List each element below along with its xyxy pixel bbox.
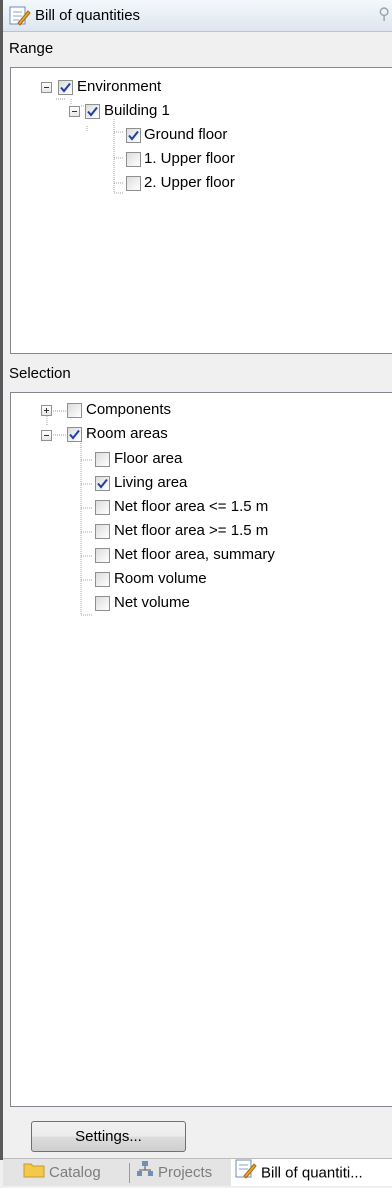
room-areas-checkbox[interactable] <box>67 427 82 442</box>
selection-node-components[interactable]: Components <box>86 400 171 420</box>
tab-separator <box>129 1163 130 1183</box>
folder-icon <box>23 1160 45 1187</box>
project-tree-icon <box>136 1160 154 1187</box>
dock-splitter[interactable] <box>0 0 3 1160</box>
net-floor-area-summary-checkbox[interactable] <box>95 548 110 563</box>
living-area-checkbox[interactable] <box>95 476 110 491</box>
collapse-environment-icon[interactable] <box>41 82 52 93</box>
panel-title: Bill of quantities <box>35 7 141 24</box>
tree-connector-lines <box>56 98 124 194</box>
tab-projects[interactable]: Projects <box>136 1159 212 1186</box>
range-node-upper-floor-1[interactable]: 1. Upper floor <box>144 149 235 169</box>
range-node-building-1[interactable]: Building 1 <box>104 101 170 121</box>
selection-tree[interactable]: Components Room areas Floor area Living … <box>10 392 392 1107</box>
components-checkbox[interactable] <box>67 403 82 418</box>
range-label: Range <box>9 40 54 57</box>
expand-components-icon[interactable] <box>41 405 52 416</box>
environment-checkbox[interactable] <box>58 80 73 95</box>
range-node-upper-floor-2[interactable]: 2. Upper floor <box>144 173 235 193</box>
settings-button[interactable]: Settings... <box>31 1121 186 1152</box>
range-tree[interactable]: Environment Building 1 Ground floor 1. U… <box>10 67 392 354</box>
selection-node-net-floor-area-summary[interactable]: Net floor area, summary <box>114 545 275 565</box>
collapse-room-areas-icon[interactable] <box>41 430 52 441</box>
tab-bill-of-quantities-label: Bill of quantiti... <box>261 1164 363 1182</box>
selection-node-living-area[interactable]: Living area <box>114 473 187 493</box>
building-1-checkbox[interactable] <box>85 104 100 119</box>
bill-of-quantities-icon <box>235 1159 257 1188</box>
selection-node-net-floor-area-le[interactable]: Net floor area <= 1.5 m <box>114 497 268 517</box>
net-floor-area-ge-checkbox[interactable] <box>95 524 110 539</box>
net-floor-area-le-checkbox[interactable] <box>95 500 110 515</box>
dock-tab-bar: Catalog Projects Bill of quantiti... <box>3 1158 392 1186</box>
selection-node-floor-area[interactable]: Floor area <box>114 449 182 469</box>
panel-title-bar: Bill of quantities ⚲ <box>3 0 392 32</box>
selection-node-net-floor-area-ge[interactable]: Net floor area >= 1.5 m <box>114 521 268 541</box>
selection-label: Selection <box>9 365 71 382</box>
ground-floor-checkbox[interactable] <box>126 128 141 143</box>
room-volume-checkbox[interactable] <box>95 572 110 587</box>
tab-catalog-label: Catalog <box>49 1164 101 1181</box>
selection-node-room-volume[interactable]: Room volume <box>114 569 207 589</box>
upper-floor-1-checkbox[interactable] <box>126 152 141 167</box>
range-node-environment[interactable]: Environment <box>77 77 161 97</box>
collapse-building-icon[interactable] <box>69 106 80 117</box>
net-volume-checkbox[interactable] <box>95 596 110 611</box>
floor-area-checkbox[interactable] <box>95 452 110 467</box>
pin-icon[interactable]: ⚲ <box>378 4 390 24</box>
bill-of-quantities-icon <box>9 6 31 30</box>
selection-node-net-volume[interactable]: Net volume <box>114 593 190 613</box>
upper-floor-2-checkbox[interactable] <box>126 176 141 191</box>
tab-projects-label: Projects <box>158 1164 213 1181</box>
selection-node-room-areas[interactable]: Room areas <box>86 424 168 444</box>
range-node-ground-floor[interactable]: Ground floor <box>144 125 227 145</box>
tab-catalog[interactable]: Catalog <box>23 1159 101 1186</box>
tab-bill-of-quantities[interactable]: Bill of quantiti... <box>231 1159 392 1186</box>
